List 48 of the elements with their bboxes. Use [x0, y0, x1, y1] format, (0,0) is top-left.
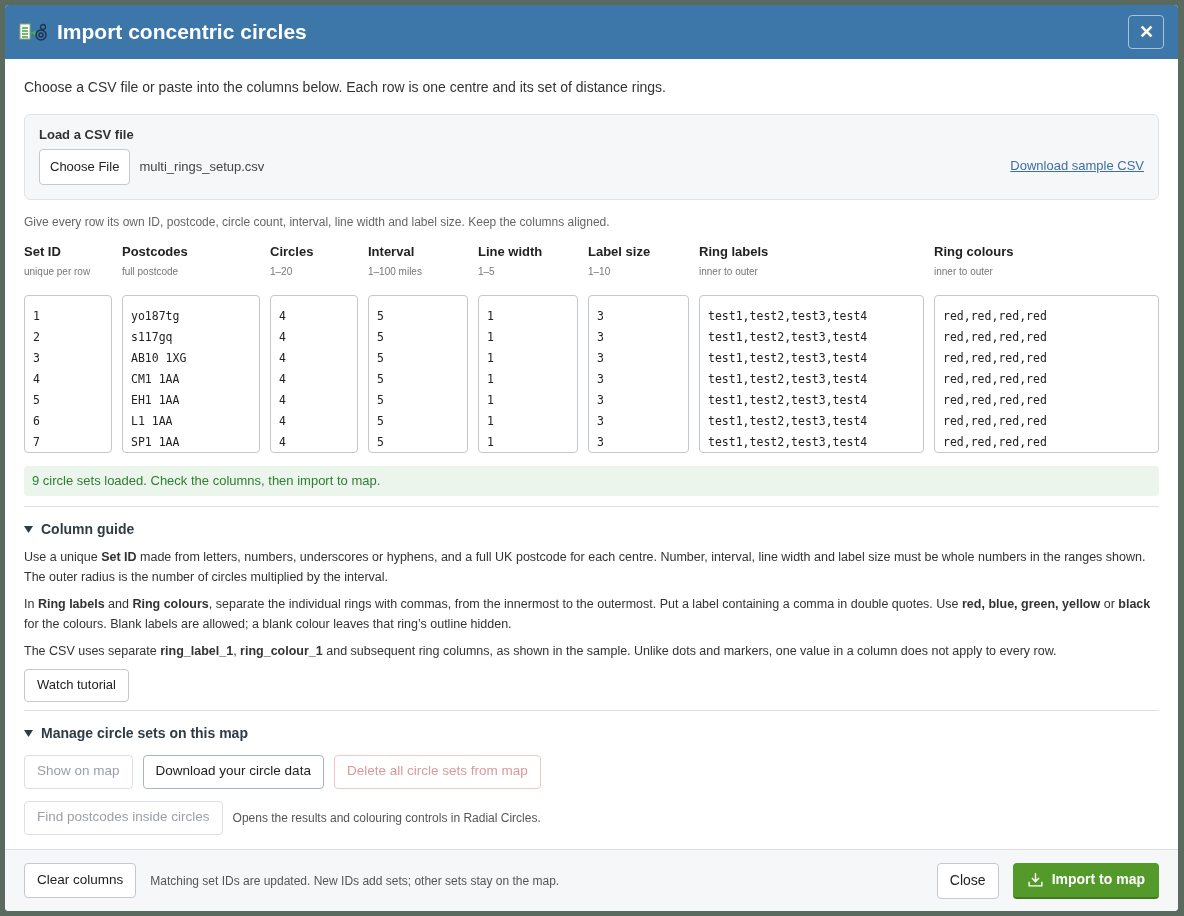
dialog-title: Import concentric circles — [57, 19, 307, 46]
download-sample-link[interactable]: Download sample CSV — [1010, 155, 1144, 175]
column-hint: 1–10 — [588, 264, 612, 279]
column-hint: inner to outer — [699, 264, 759, 279]
column-text-area[interactable]: test1,test2,test3,test4 test1,test2,test3,test4 test1,test2,test3,test4 test1,test2,test3,test4 test1,test2,test3,test4 test1,test2,test3,test4 test1,test2,test3,test4 — [699, 294, 924, 453]
column-hint: inner to outer — [934, 264, 994, 279]
disclosure-triangle-icon[interactable] — [24, 728, 33, 738]
column-hint: 1–100 miles — [368, 264, 423, 279]
column-hint: 1–20 — [270, 264, 294, 279]
guide-paragraph: In Ring labels and Ring colours, separate the individual rings with commas, from the innermost to the outermost. Put a label containing a comma in double quotes. Use red, blue, green, yellow or black for the colours. Blank labels are allowed; a blank colour leaves that ring’s outline hidden. — [24, 595, 1152, 633]
column-header: Postcodes — [122, 243, 189, 261]
column-text-area[interactable]: 1 2 3 4 5 6 7 — [24, 294, 112, 453]
footer-note: Matching set IDs are updated. New IDs add sets; other sets stay on the map. — [150, 872, 560, 890]
watch-tutorial-button[interactable]: Watch tutorial — [24, 668, 129, 702]
column-hint: full postcode — [122, 264, 180, 279]
column-header: Ring colours — [934, 243, 1015, 261]
close-button[interactable]: ✕ — [1128, 15, 1164, 49]
find-note: Opens the results and colouring controls in Radial Circles. — [232, 809, 541, 827]
section-title[interactable]: Manage circle sets on this map — [41, 722, 248, 744]
column-header: Ring labels — [699, 243, 770, 261]
column-text-area[interactable]: red,red,red,red red,red,red,red red,red,red,red red,red,red,red red,red,red,red red,red,red,red red,red,red,red — [934, 294, 1159, 453]
disclosure-triangle-icon[interactable] — [24, 524, 33, 534]
column-text-area[interactable]: 3 3 3 3 3 3 3 — [588, 294, 689, 453]
column-text-area[interactable]: 5 5 5 5 5 5 5 — [368, 294, 468, 453]
column-text-area[interactable]: 4 4 4 4 4 4 4 — [270, 294, 358, 453]
column-text-area[interactable]: 1 1 1 1 1 1 1 — [478, 294, 578, 453]
download-icon — [1026, 871, 1044, 888]
column-header: Line width — [478, 243, 544, 261]
column-text-area[interactable]: yo187tg s117gq AB10 1XG CM1 1AA EH1 1AA L1 1AA SP1 1AA — [122, 294, 260, 453]
column-header: Interval — [368, 243, 416, 261]
status-message: 9 circle sets loaded. Check the columns, then import to map. — [24, 465, 1159, 496]
intro-text: Choose a CSV file or paste into the columns below. Each row is one centre and its set of distance rings. — [24, 78, 667, 97]
guide-paragraph: The CSV uses separate ring_label_1, ring_colour_1 and subsequent ring columns, as shown in the sample. Unlike dots and markers, one value in a column does not apply to every row. — [24, 642, 1058, 660]
guide-paragraph: Use a unique Set ID made from letters, numbers, underscores or hyphens, and a full UK postcode for each centre. Number, interval, line width and label size must be whole numbers in the ranges shown. The outer radius is the number of circles multiplied by the interval. — [24, 548, 1147, 586]
column-header: Label size — [588, 243, 652, 261]
column-hint: unique per row — [24, 264, 92, 279]
column-header: Circles — [270, 243, 315, 261]
columns-hint: Give every row its own ID, postcode, circle count, interval, line width and label size. Keep the columns aligned. — [24, 214, 611, 231]
close-dialog-button[interactable]: Close — [936, 862, 999, 899]
spreadsheet-to-circles-icon — [19, 22, 47, 42]
section-title[interactable]: Column guide — [41, 518, 135, 540]
choose-file-button[interactable]: Choose File — [39, 149, 131, 185]
clear-columns-button[interactable]: Clear columns — [24, 863, 137, 898]
column-header: Set ID — [24, 243, 62, 261]
panel-heading: Load a CSV file — [39, 125, 135, 144]
action-button[interactable]: Download your circle data — [142, 754, 324, 789]
file-name: multi_rings_setup.csv — [139, 158, 265, 177]
column-hint: 1–5 — [478, 264, 496, 279]
